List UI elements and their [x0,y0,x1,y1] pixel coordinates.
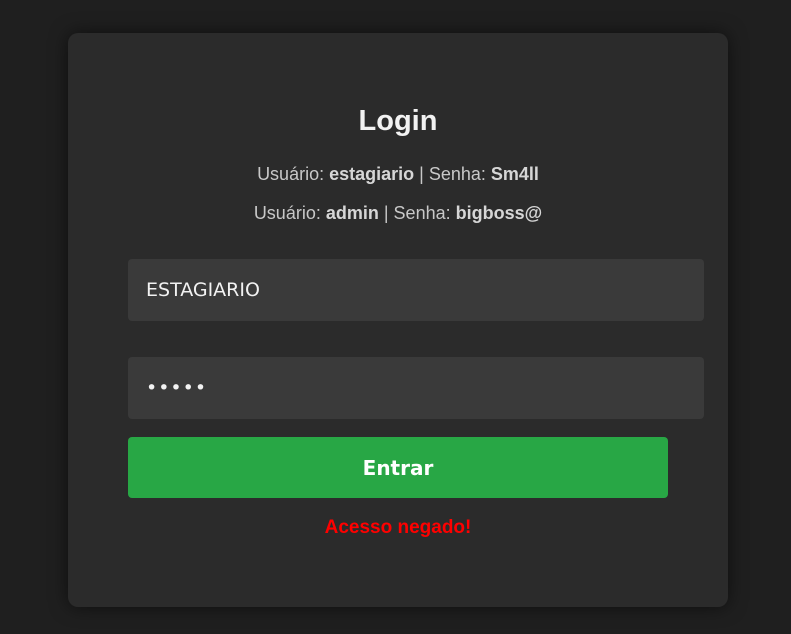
password-input[interactable] [128,357,704,419]
login-title: Login [358,105,438,137]
login-card: Login Usuário: estagiario | Senha: Sm4ll… [68,33,728,607]
hint-username: estagiario [329,164,415,184]
credential-hint-intern: Usuário: estagiario | Senha: Sm4ll [68,163,728,185]
hint-username: admin [325,203,379,223]
hint-password: bigboss@ [455,203,543,223]
submit-button[interactable]: Entrar [128,437,668,498]
separator: | [378,203,394,223]
hint-password: Sm4ll [490,164,539,184]
user-label: Usuário: [257,164,330,184]
password-label: Senha: [393,203,456,223]
credential-hint-admin: Usuário: admin | Senha: bigboss@ [68,202,728,224]
user-label: Usuário: [253,203,326,223]
separator: | [414,164,429,184]
password-label: Senha: [428,164,491,184]
error-message: Acesso negado! [324,517,472,538]
username-input[interactable] [128,259,704,321]
